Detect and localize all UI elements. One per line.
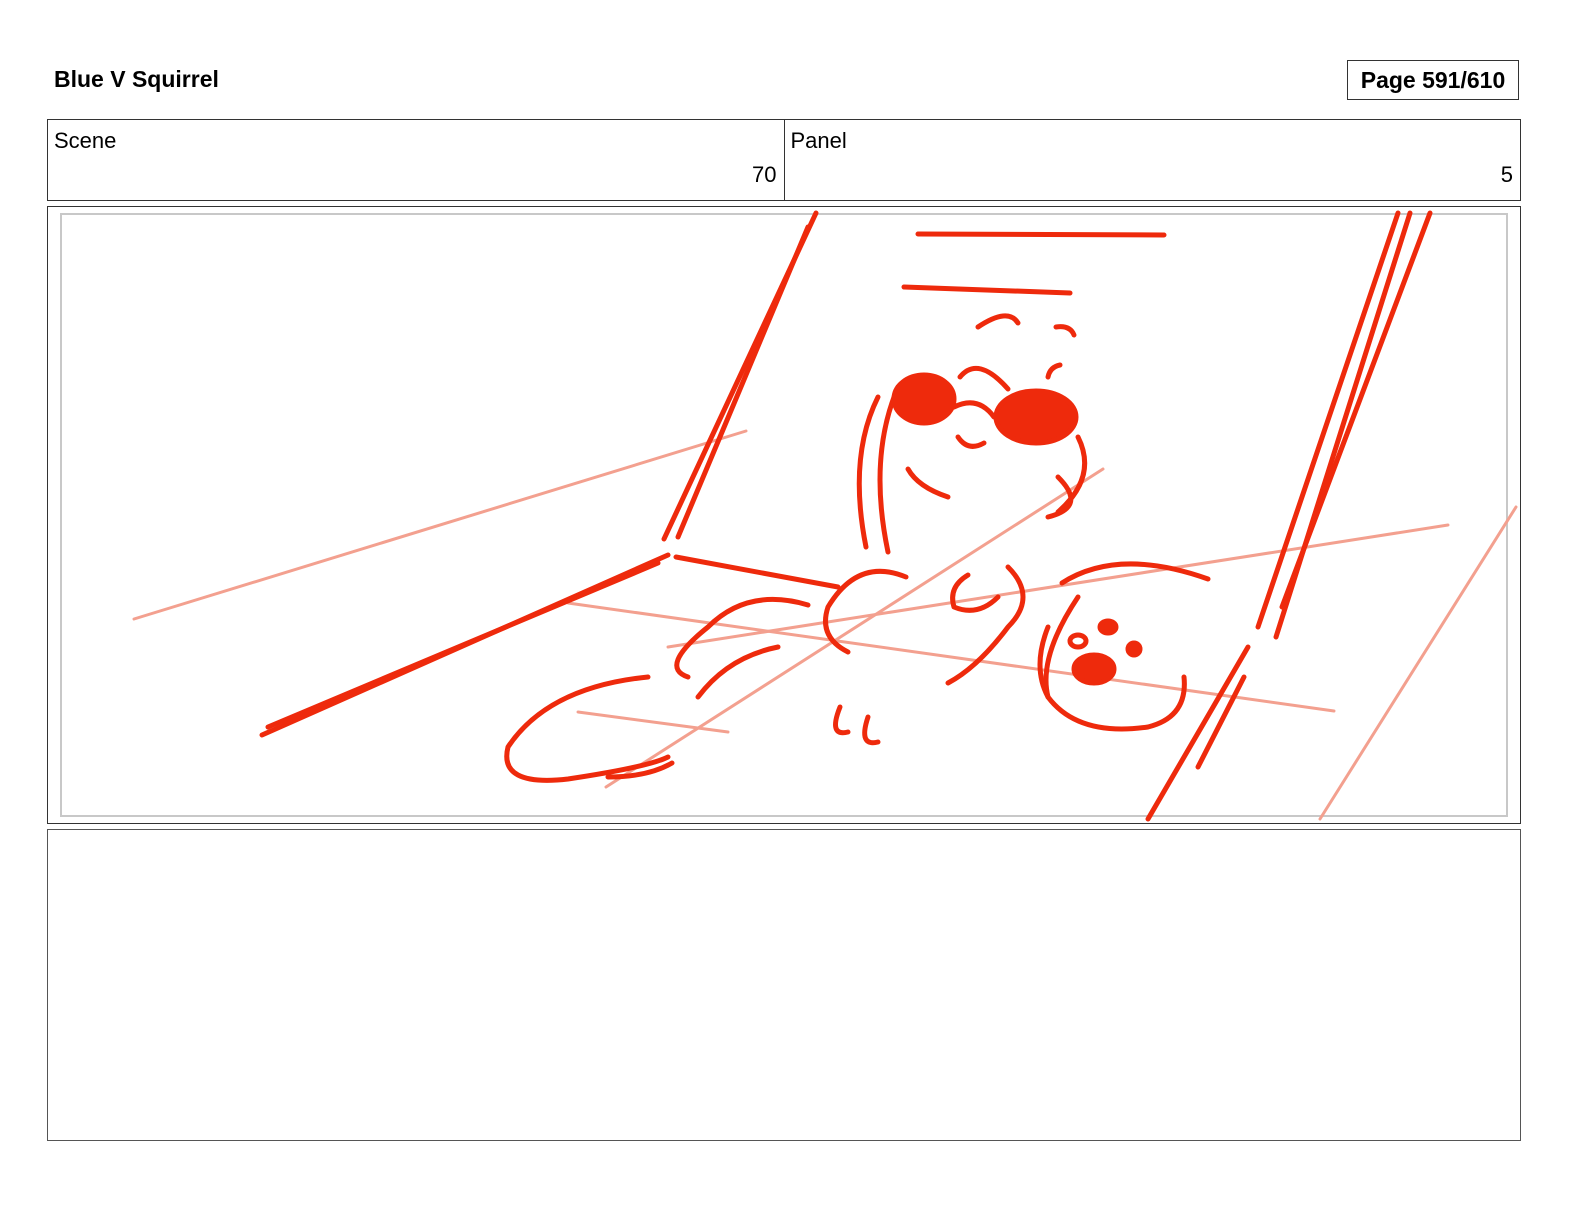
notes-area	[47, 829, 1521, 1141]
scene-panel-info: Scene 70 Panel 5	[47, 119, 1521, 201]
panel-number: 5	[1500, 162, 1513, 187]
scene-label: Scene	[54, 128, 117, 153]
page-number: Page 591/610	[1347, 60, 1519, 100]
panel-cell: Panel 5	[783, 120, 1521, 200]
document-title: Blue V Squirrel	[54, 66, 219, 92]
storyboard-frame	[47, 206, 1521, 824]
panel-label: Panel	[790, 128, 847, 153]
storyboard-sketch-icon	[132, 210, 1518, 822]
scene-number: 70	[752, 162, 777, 187]
sketch-strokes	[259, 210, 1433, 822]
scene-cell: Scene 70	[48, 120, 784, 200]
